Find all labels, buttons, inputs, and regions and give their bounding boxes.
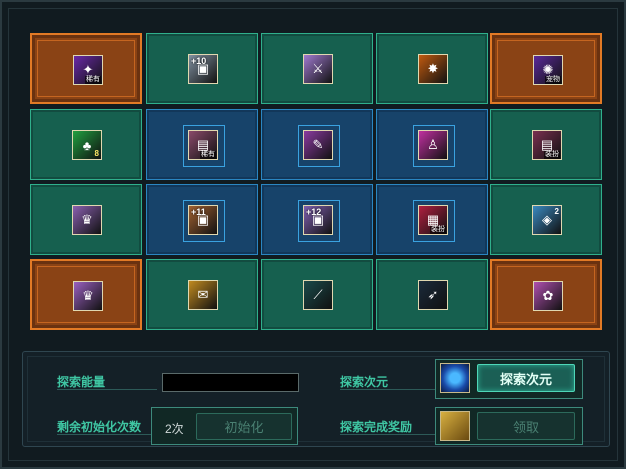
item-icon: ▣ +11 — [188, 205, 218, 235]
explore-grid: ✦ 稀有 ▣ +10 ⚔ ✸ ✺ 宠物 ♣ 8 ▤ 稀有 ✎ ♙ ▤ 装扮 ♛ ▣ +11 ▣ +12 ▦ 装扮 ◈ 2 ♛ ✉ ⟋ ➶… — [30, 33, 602, 332]
item-icon: ▣ +10 — [188, 54, 218, 84]
item-glyph: ◈ — [542, 212, 552, 227]
grid-cell[interactable]: ✎ — [261, 109, 373, 180]
reward-label: 探索完成奖励 — [340, 420, 413, 434]
grid-cell[interactable]: ▤ 稀有 — [146, 109, 258, 180]
energy-label: 探索能量 — [57, 375, 106, 389]
divider — [340, 389, 435, 390]
reset-button[interactable]: 初始化 — [196, 413, 292, 440]
explore-button[interactable]: 探索次元 — [477, 364, 575, 392]
item-glyph: ✎ — [312, 137, 324, 152]
item-level: +11 — [191, 207, 206, 217]
grid-cell[interactable]: ✿ — [490, 259, 602, 330]
item-level: +10 — [191, 56, 207, 66]
item-icon: ▣ +12 — [303, 205, 333, 235]
item-glyph: ⟋ — [313, 287, 323, 302]
grid-cell[interactable]: ⚔ — [261, 33, 373, 104]
energy-bar — [162, 373, 299, 392]
item-icon: ▦ 装扮 — [418, 205, 448, 235]
item-glyph: ♛ — [81, 212, 93, 227]
divider — [340, 434, 435, 435]
divider — [57, 434, 157, 435]
item-quantity: 2 — [554, 207, 559, 216]
item-glyph: ♙ — [427, 137, 439, 152]
item-icon: ♙ — [418, 130, 448, 160]
item-icon: ✉ — [188, 280, 218, 310]
grid-cell[interactable]: ♛ — [30, 184, 142, 255]
grid-cell[interactable]: ➶ — [376, 259, 488, 330]
item-icon: ♛ — [73, 281, 103, 311]
grid-cell[interactable]: ◈ 2 — [490, 184, 602, 255]
item-level: +12 — [306, 207, 322, 217]
item-icon: ✦ 稀有 — [73, 55, 103, 85]
item-glyph: ✸ — [427, 61, 439, 76]
item-tag: 装扮 — [544, 151, 560, 159]
item-tag: 宠物 — [545, 76, 561, 84]
item-glyph: ♛ — [82, 288, 94, 303]
claim-button[interactable]: 领取 — [477, 412, 575, 440]
item-glyph: ♣ — [82, 137, 92, 153]
grid-cell[interactable]: ▦ 装扮 — [376, 184, 488, 255]
item-glyph: ✿ — [542, 288, 554, 303]
item-icon: ✿ — [533, 281, 563, 311]
item-glyph: ⚔ — [312, 61, 324, 76]
item-icon: ▤ 装扮 — [532, 130, 562, 160]
item-tag: 稀有 — [200, 151, 216, 159]
grid-cell[interactable]: ✸ — [376, 33, 488, 104]
item-icon: ◈ 2 — [532, 205, 562, 235]
grid-cell[interactable]: ▣ +11 — [146, 184, 258, 255]
item-icon: ✎ — [303, 130, 333, 160]
grid-cell[interactable]: ✉ — [146, 259, 258, 330]
grid-cell[interactable]: ▤ 装扮 — [490, 109, 602, 180]
explore-label: 探索次元 — [340, 375, 389, 389]
grid-cell[interactable]: ▣ +10 — [146, 33, 258, 104]
reset-count: 2次 — [165, 422, 184, 436]
item-tag: 装扮 — [430, 226, 446, 234]
grid-cell[interactable]: ♛ — [30, 259, 142, 330]
grid-cell[interactable]: ♣ 8 — [30, 109, 142, 180]
item-icon: ♛ — [72, 205, 102, 235]
game-window: ✦ 稀有 ▣ +10 ⚔ ✸ ✺ 宠物 ♣ 8 ▤ 稀有 ✎ ♙ ▤ 装扮 ♛ ▣ +11 ▣ +12 ▦ 装扮 ◈ 2 ♛ ✉ ⟋ ➶… — [0, 0, 626, 469]
item-icon: ⟋ — [303, 280, 333, 310]
item-quantity: 8 — [94, 149, 99, 158]
grid-cell[interactable]: ⟋ — [261, 259, 373, 330]
item-glyph: ✉ — [197, 287, 209, 302]
reward-chest-icon — [440, 411, 470, 441]
item-tag: 稀有 — [85, 76, 101, 84]
grid-cell[interactable]: ✺ 宠物 — [490, 33, 602, 104]
item-icon: ✺ 宠物 — [533, 55, 563, 85]
item-icon: ⚔ — [303, 54, 333, 84]
item-icon: ▤ 稀有 — [188, 130, 218, 160]
grid-cell[interactable]: ▣ +12 — [261, 184, 373, 255]
divider — [57, 389, 157, 390]
item-icon: ➶ — [418, 280, 448, 310]
dimension-crystal-icon — [440, 363, 470, 393]
item-icon: ✸ — [418, 54, 448, 84]
item-icon: ♣ 8 — [72, 130, 102, 160]
reset-label: 剩余初始化次数 — [57, 420, 142, 434]
item-glyph: ➶ — [427, 287, 439, 302]
grid-cell[interactable]: ♙ — [376, 109, 488, 180]
control-panel: 探索能量 剩余初始化次数 2次 初始化 探索次元 探索次元 探索完成奖励 领取 — [22, 351, 610, 447]
grid-cell[interactable]: ✦ 稀有 — [30, 33, 142, 104]
